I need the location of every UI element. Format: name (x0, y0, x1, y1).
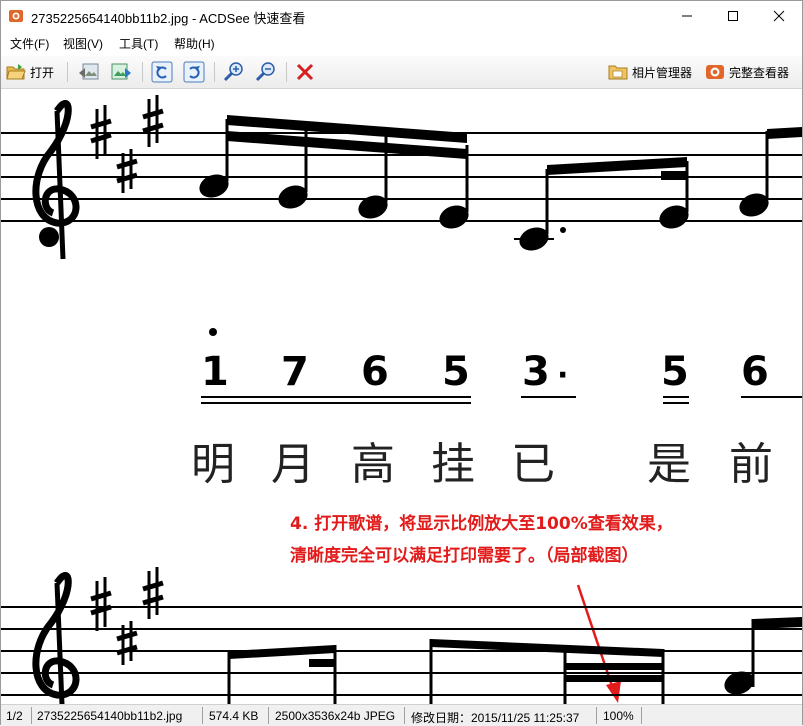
rotate-left-icon (151, 61, 173, 83)
annotation-line-2: 清晰度完全可以满足打印需要了。（局部截图） (290, 545, 639, 566)
jianpu-note: 5 (661, 349, 689, 395)
jianpu-note: 5 (442, 349, 470, 395)
arrow-icon (576, 584, 621, 703)
jianpu-note: 6 (361, 349, 389, 395)
rotate-right-icon (183, 61, 205, 83)
status-separator (202, 707, 203, 724)
bottom-beams (227, 617, 802, 704)
close-icon (773, 10, 785, 22)
toolbar-separator (67, 62, 68, 82)
toolbar-separator (142, 62, 143, 82)
jianpu-note: 3 (522, 349, 550, 395)
jianpu-dot: · (557, 358, 568, 393)
jianpu-notation: 1 7 6 5 3 · 5 6 (201, 328, 802, 404)
top-beams (227, 115, 802, 180)
full-viewer-label: 完整查看器 (729, 65, 790, 80)
jianpu-note: 1 (201, 349, 229, 395)
toolbar-separator (214, 62, 215, 82)
status-zoom[interactable]: 100% (603, 709, 634, 723)
rotate-right-button[interactable] (183, 60, 205, 84)
status-filename: 2735225654140bb11b2.jpg (37, 709, 183, 723)
acdsee-window: 2735225654140bb11b2.jpg - ACDSee 快速查看 文件… (0, 0, 803, 726)
zoom-out-icon (255, 62, 275, 82)
lyric-char: 已 (511, 439, 555, 490)
status-separator (31, 707, 32, 724)
acdsee-viewer-icon (706, 65, 724, 79)
photo-manager-button[interactable]: 相片管理器 (608, 60, 692, 84)
previous-image-button[interactable] (78, 60, 100, 84)
status-bar: 1/2 2735225654140bb11b2.jpg 574.4 KB 250… (1, 704, 802, 726)
photo-manager-label: 相片管理器 (632, 65, 693, 80)
status-separator (404, 707, 405, 724)
menu-view[interactable]: 视图(V) (63, 35, 103, 52)
next-image-button[interactable] (110, 60, 132, 84)
folder-open-icon (6, 64, 26, 80)
lyric-char: 挂 (431, 439, 475, 490)
zoom-in-button[interactable] (223, 60, 245, 84)
lyric-char: 前 (729, 439, 773, 490)
status-modified: 修改日期：2015/11/25 11:25:37 (411, 711, 580, 725)
status-page: 1/2 (6, 709, 23, 723)
sharp-signs (90, 95, 164, 193)
status-dimensions: 2500x3536x24b JPEG (275, 709, 396, 723)
minimize-icon (682, 15, 692, 17)
menu-tools[interactable]: 工具(T) (119, 35, 158, 52)
lyric-char: 是 (647, 439, 691, 490)
next-image-icon (111, 63, 131, 80)
acdsee-app-icon (9, 10, 23, 22)
toolbar-separator (286, 62, 287, 82)
lyrics: 明 月 高 挂 已 是 前 (191, 439, 773, 490)
lyric-char: 明 (191, 439, 235, 490)
status-separator (268, 707, 269, 724)
status-separator (641, 707, 642, 724)
jianpu-note: 7 (281, 349, 309, 395)
status-separator (596, 707, 597, 724)
menu-bar: 文件(F) 视图(V) 工具(T) 帮助(H) (1, 32, 802, 54)
treble-clef-icon (32, 572, 80, 704)
lyric-char: 高 (351, 439, 395, 490)
close-button[interactable] (756, 1, 802, 31)
delete-button[interactable] (295, 60, 315, 84)
zoom-in-icon (223, 62, 243, 82)
window-title: 2735225654140bb11b2.jpg - ACDSee 快速查看 (31, 11, 306, 26)
treble-clef-icon (32, 100, 80, 260)
toolbar: 打开 相片管理器 完整查看器 (1, 56, 802, 89)
previous-image-icon (79, 63, 99, 80)
maximize-icon (728, 11, 738, 21)
status-filesize: 574.4 KB (209, 709, 259, 723)
rotate-left-button[interactable] (151, 60, 173, 84)
zoom-out-button[interactable] (255, 60, 277, 84)
folder-icon (608, 65, 628, 80)
maximize-button[interactable] (710, 1, 756, 31)
menu-help[interactable]: 帮助(H) (174, 35, 215, 52)
open-label: 打开 (30, 65, 55, 80)
delete-x-icon (296, 63, 314, 81)
image-viewer[interactable]: 1 7 6 5 3 · 5 6 明 月 高 挂 已 是 前 4. 打开歌谱，将显… (1, 89, 802, 704)
sheet-music-image: 1 7 6 5 3 · 5 6 明 月 高 挂 已 是 前 4. 打开歌谱，将显… (1, 95, 802, 704)
full-viewer-button[interactable]: 完整查看器 (705, 60, 789, 84)
jianpu-note: 6 (741, 349, 769, 395)
title-bar: 2735225654140bb11b2.jpg - ACDSee 快速查看 (1, 1, 802, 31)
open-button[interactable]: 打开 (6, 60, 54, 84)
lyric-char: 月 (271, 439, 315, 490)
annotation-line-1: 4. 打开歌谱，将显示比例放大至100%查看效果， (290, 513, 673, 534)
menu-file[interactable]: 文件(F) (10, 35, 49, 52)
minimize-button[interactable] (664, 1, 710, 31)
